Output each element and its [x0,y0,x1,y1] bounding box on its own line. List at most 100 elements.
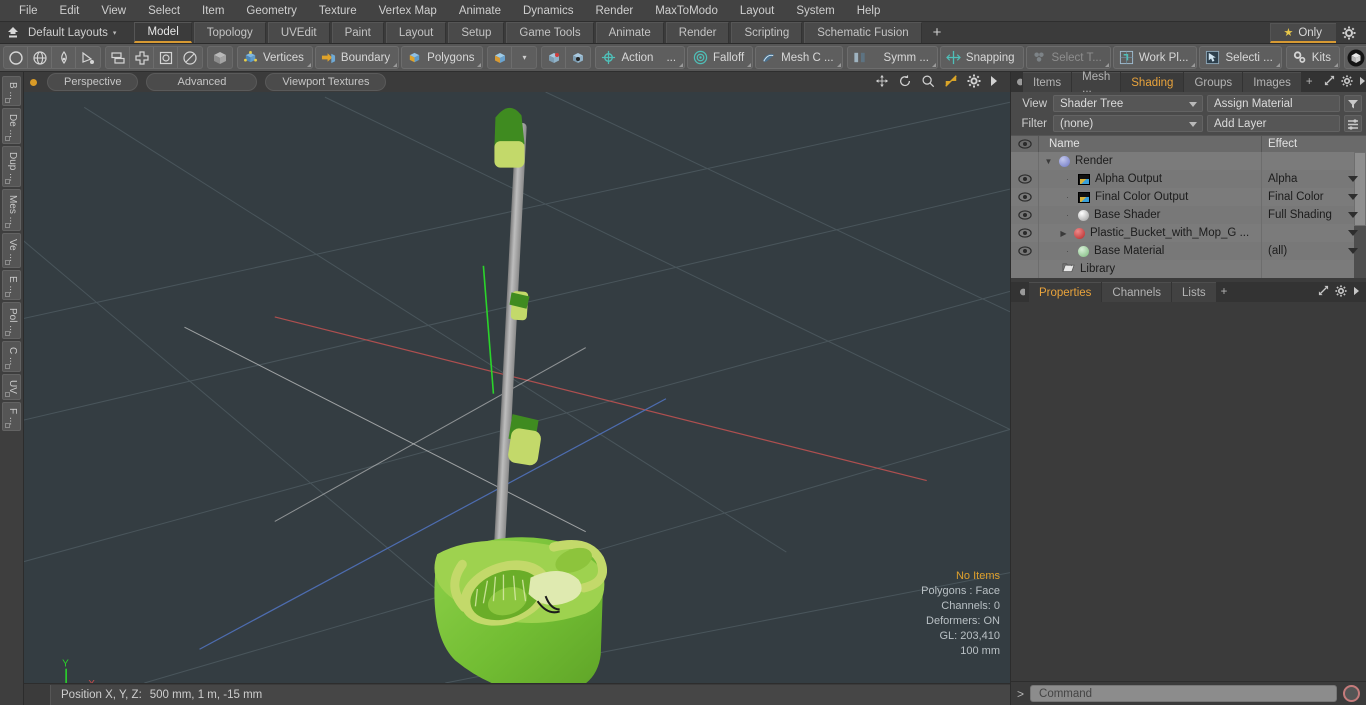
menu-item-file[interactable]: File [8,0,49,22]
chevron-down-icon-render[interactable]: ▼ [1043,157,1054,166]
menu-item-select[interactable]: Select [137,0,191,22]
row-effect-cell[interactable] [1262,260,1366,278]
pen-tool-icon[interactable] [52,47,76,68]
table-row[interactable]: ▼ Render [1011,152,1366,170]
curve-tool-icon[interactable] [76,47,100,68]
add-properties-tab-button[interactable]: + [1217,282,1232,302]
row-effect-cell[interactable]: Alpha [1262,170,1366,188]
left-tab-basic[interactable]: B ... [2,76,21,106]
left-tab-curve[interactable]: C ... [2,341,21,372]
tab-images[interactable]: Images [1243,72,1301,92]
mirror-tool-icon[interactable] [106,47,130,68]
expand-icon-properties[interactable] [1318,285,1329,299]
mesh-constraint-button[interactable]: Mesh C ... [755,46,843,69]
layout-tab-layout[interactable]: Layout [385,22,447,43]
layout-tab-game-tools[interactable]: Game Tools [506,22,594,43]
chevron-down-icon-effect[interactable] [1348,194,1358,200]
row-visibility-toggle[interactable] [1011,224,1039,242]
layout-tab-schematic-fusion[interactable]: Schematic Fusion [804,22,922,43]
chevron-right-icon-material[interactable]: ▶ [1058,229,1069,238]
kits-button[interactable]: Kits [1285,46,1340,69]
globe-tool-icon[interactable] [28,47,52,68]
properties-panel-menu-icon[interactable] [1015,282,1029,302]
modo-kit-icon[interactable] [1345,47,1366,68]
gear-icon-shading[interactable] [1341,74,1353,90]
left-tab-edge[interactable]: E ... [2,269,21,300]
menu-item-help[interactable]: Help [846,0,892,22]
menu-item-maxtomodo[interactable]: MaxToModo [644,0,729,22]
table-row[interactable]: Library [1011,260,1366,278]
row-name-cell[interactable]: · Final Color Output [1039,188,1262,206]
row-effect-cell[interactable] [1262,152,1366,170]
layout-tab-animate[interactable]: Animate [595,22,664,43]
layout-tab-scripting[interactable]: Scripting [731,22,803,43]
menu-item-edit[interactable]: Edit [49,0,91,22]
arrow-right-icon-properties[interactable] [1353,286,1360,299]
selection-sets-button[interactable]: Selecti ... [1199,46,1282,69]
action-center-button[interactable]: Action ... [595,46,686,69]
gear-icon[interactable] [1336,26,1362,40]
layout-tab-render[interactable]: Render [665,22,730,43]
item-mode-dropdown[interactable]: ▾ [512,47,536,68]
row-visibility-toggle[interactable] [1011,206,1039,224]
layout-tab-uvedit[interactable]: UVEdit [267,22,330,43]
row-name-cell[interactable]: ▼ Render [1039,152,1262,170]
menu-item-dynamics[interactable]: Dynamics [512,0,584,22]
row-name-cell[interactable]: ▶ Plastic_Bucket_with_Mop_G ... [1039,224,1262,242]
table-row[interactable]: · Final Color Output Final Color [1011,188,1366,206]
chevron-down-icon-effect[interactable] [1348,248,1358,254]
row-name-cell[interactable]: · Base Shader [1039,206,1262,224]
pan-icon[interactable] [875,74,889,91]
viewport-projection-dropdown[interactable]: Perspective [47,73,139,91]
menu-item-vertex-map[interactable]: Vertex Map [368,0,448,22]
center-pivot-icon[interactable] [542,47,567,68]
row-effect-cell[interactable]: (all) [1262,242,1366,260]
row-name-cell[interactable]: · Base Material [1039,242,1262,260]
menu-item-geometry[interactable]: Geometry [235,0,308,22]
menu-item-render[interactable]: Render [584,0,644,22]
viewport-3d[interactable]: Y X Z No Items Polygons : Face Channels:… [24,92,1010,683]
menu-item-animate[interactable]: Animate [448,0,512,22]
row-effect-cell[interactable] [1262,224,1366,242]
symmetry-button[interactable]: Symm ... [846,46,938,69]
tab-lists[interactable]: Lists [1172,282,1216,302]
command-input[interactable]: Command [1030,685,1337,702]
tab-items[interactable]: Items [1023,72,1072,92]
add-layout-tab-button[interactable]: + [924,22,951,43]
select-through-button[interactable]: Select T... [1025,46,1111,69]
left-tab-vertex[interactable]: Ve ... [2,233,21,268]
default-layouts-dropdown[interactable]: Default Layouts ▾ [26,22,124,43]
falloff-button[interactable]: Falloff [687,46,754,69]
chevron-down-icon-effect[interactable] [1348,212,1358,218]
active-viewport-dot[interactable] [30,78,37,86]
menu-item-system[interactable]: System [785,0,845,22]
list-options-icon[interactable] [1344,115,1362,132]
row-name-cell[interactable]: · Alpha Output [1039,170,1262,188]
row-effect-cell[interactable]: Full Shading [1262,206,1366,224]
gear-icon-viewport[interactable] [967,74,981,91]
arrow-right-icon[interactable] [990,75,998,90]
auto-pivot-icon[interactable] [566,47,590,68]
funnel-icon[interactable] [1344,95,1362,112]
gear-icon-properties[interactable] [1335,284,1347,300]
tab-channels[interactable]: Channels [1102,282,1172,302]
left-tab-fur[interactable]: F ... [2,401,21,431]
left-tab-mesh-edit[interactable]: Mes ... [2,189,21,232]
layout-tab-setup[interactable]: Setup [448,22,505,43]
home-up-icon[interactable] [0,22,26,43]
layout-tab-paint[interactable]: Paint [331,22,384,43]
center-tool-icon[interactable] [130,47,154,68]
panel-menu-icon[interactable] [1015,72,1023,92]
selection-mode-boundary[interactable]: Boundary [314,46,400,69]
row-visibility-toggle[interactable] [1011,170,1039,188]
filter-dropdown[interactable]: (none) [1053,115,1203,132]
frame-tool-icon[interactable] [154,47,178,68]
left-tab-polygon[interactable]: Pol ... [2,301,21,340]
rotate-icon[interactable] [898,74,912,91]
viewport-textures-dropdown[interactable]: Viewport Textures [265,73,387,91]
chevron-down-icon-effect[interactable] [1348,176,1358,182]
layout-tab-topology[interactable]: Topology [193,22,266,43]
fit-icon[interactable] [944,74,958,91]
viewport-shading-dropdown[interactable]: Advanced [146,73,258,91]
row-visibility-toggle[interactable] [1011,152,1039,170]
